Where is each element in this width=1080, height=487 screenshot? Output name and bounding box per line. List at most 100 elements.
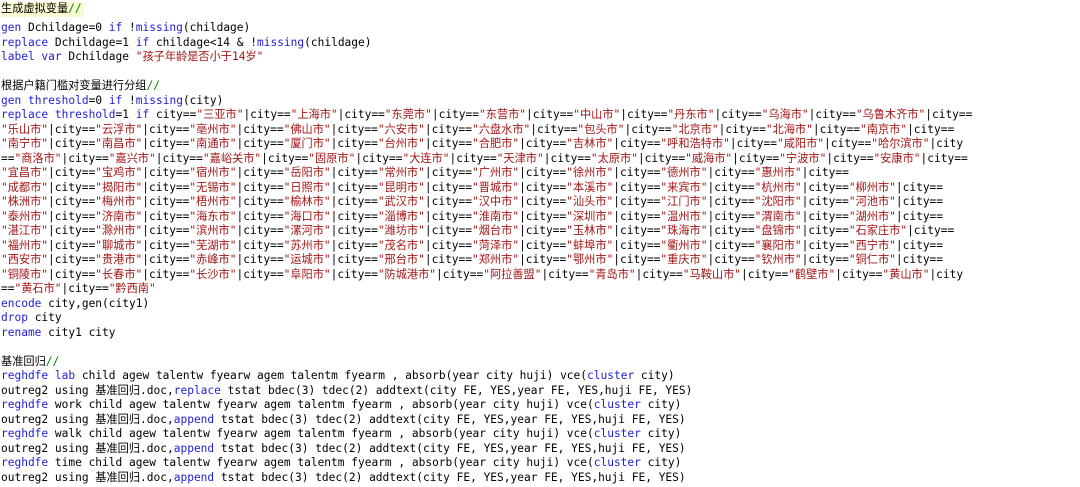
code-token: |city== — [236, 195, 284, 208]
code-token: label var — [1, 50, 62, 63]
code-token: threshold — [27, 93, 89, 107]
code-line[interactable]: "株洲市"|city=="梅州市"|city=="梧州市"|city=="榆林市… — [1, 195, 1080, 210]
code-token: // — [146, 79, 160, 92]
code-token: tstat bdec(3) tdec(2) addtext(city FE, Y… — [214, 441, 686, 455]
code-token: |city== — [142, 238, 190, 252]
code-token: |city== — [519, 224, 567, 237]
code-token: "南京市" — [860, 122, 908, 136]
code-token: |city== — [635, 267, 683, 281]
code-token: "嘉峪关市" — [202, 151, 262, 165]
code-token: city== — [149, 108, 197, 121]
code-token: append — [173, 470, 215, 484]
code-token: city) — [634, 369, 675, 382]
do-file-editor[interactable]: 生成虚拟变量// gen Dchildage=0 if !missing(chil… — [0, 0, 1080, 487]
code-token: "江门市" — [660, 195, 708, 208]
code-token: "阿拉善盟" — [483, 267, 542, 281]
code-token: // — [45, 354, 60, 368]
code-line[interactable]: gen Dchildage=0 if !missing(childage) — [1, 21, 1080, 36]
code-token: |city== — [543, 151, 591, 165]
code-token: |city== — [236, 137, 284, 150]
code-token: |city== — [424, 180, 473, 194]
code-line[interactable]: "宜昌市"|city=="宝鸡市"|city=="宿州市"|city=="岳阳市… — [1, 166, 1080, 181]
code-token: "铜陵市" — [1, 267, 49, 281]
code-token: "柳州市" — [848, 180, 896, 194]
code-line[interactable]: label var Dchildage "孩子年龄是否小于14岁" — [1, 50, 1080, 65]
code-line[interactable]: 根据户籍门槛对变量进行分组// — [1, 79, 1080, 94]
code-line[interactable]: outreg2 using 基准回归.doc,append tstat bdec… — [1, 471, 1080, 486]
code-token: "黄石市" — [14, 282, 62, 295]
code-token: |city== — [48, 137, 96, 150]
code-token: |city== — [613, 253, 661, 266]
code-line[interactable]: reghdfe walk child agew talentw fyearw a… — [1, 427, 1080, 442]
code-token: missing — [135, 21, 183, 34]
code-line[interactable]: "泰州市"|city=="济南市"|city=="海东市"|city=="海口市… — [1, 210, 1080, 225]
code-token: |city== — [801, 166, 849, 179]
code-line[interactable]: replace threshold=1 if city=="三亚市"|city=… — [1, 108, 1080, 123]
code-token: "滁州市" — [95, 224, 143, 237]
code-token: "邢台市" — [377, 253, 425, 266]
code-token: "长沙市" — [189, 267, 237, 281]
code-token: =1 — [115, 108, 136, 121]
code-token: "合肥市" — [472, 137, 520, 150]
code-token: "丹东市" — [667, 108, 715, 121]
code-token: |city== — [808, 108, 856, 121]
code-line[interactable]: reghdfe lab child agew talentw fyearw ag… — [1, 369, 1080, 384]
code-token: child agew talentw fyearw agem talentm f… — [75, 369, 588, 382]
code-token: |city== — [801, 180, 849, 194]
code-line[interactable] — [1, 340, 1080, 355]
code-token: "佛山市" — [283, 122, 331, 136]
code-line[interactable]: encode city,gen(city1) — [1, 297, 1080, 312]
code-line[interactable]: outreg2 using 基准回归.doc,replace tstat bde… — [1, 384, 1080, 399]
code-line[interactable]: replace Dchildage=1 if childage<14 & !mi… — [1, 36, 1080, 51]
code-token: city) — [640, 456, 682, 469]
code-line[interactable]: reghdfe work child agew talentw fyearw a… — [1, 398, 1080, 413]
code-token: |city== — [61, 151, 109, 165]
code-token: |city== — [801, 238, 849, 252]
code-token: "宁波市" — [779, 151, 827, 165]
code-line[interactable]: "成都市"|city=="揭阳市"|city=="无锡市"|city=="日照市… — [1, 181, 1080, 196]
code-token: "沈阳市" — [754, 195, 802, 208]
code-line[interactable]: =="黄石市"|city=="黔西南" — [1, 282, 1080, 297]
code-token: "菏泽市" — [472, 238, 520, 252]
code-token: "台州市" — [377, 137, 425, 150]
code-token: |city== — [424, 238, 473, 252]
code-token: "河池市" — [848, 195, 896, 208]
code-token: "无锡市" — [189, 180, 237, 194]
code-token: "三亚市" — [196, 108, 244, 121]
code-line[interactable]: "西安市"|city=="贵港市"|city=="赤峰市"|city=="运城市… — [1, 253, 1080, 268]
code-line[interactable]: 基准回归// — [1, 355, 1080, 370]
code-token: |city== — [142, 253, 190, 266]
code-line[interactable]: "南宁市"|city=="南昌市"|city=="南通市"|city=="厦门市… — [1, 137, 1080, 152]
code-token: |city== — [519, 209, 567, 223]
code-line[interactable]: "铜陵市"|city=="长春市"|city=="长沙市"|city=="阜阳市… — [1, 268, 1080, 283]
code-token: |city== — [48, 180, 96, 194]
code-token: "泰州市" — [1, 209, 49, 223]
code-line[interactable]: reghdfe time child agew talentw fyearw a… — [1, 456, 1080, 471]
code-token: |city== — [824, 137, 872, 150]
code-token: "珠海市" — [660, 224, 708, 237]
code-token: |city== — [236, 209, 284, 223]
code-token: |city== — [142, 122, 190, 136]
code-token: "宜昌市" — [1, 166, 49, 179]
code-line[interactable]: "乐山市"|city=="云浮市"|city=="亳州市"|city=="佛山市… — [1, 123, 1080, 138]
code-token: "徐州市" — [566, 166, 614, 179]
code-line[interactable]: rename city1 city — [1, 326, 1080, 341]
code-token: |city== — [48, 122, 96, 136]
code-token: "嘉兴市" — [108, 151, 156, 165]
code-line[interactable] — [1, 65, 1080, 80]
code-token: "贵港市" — [95, 253, 143, 266]
code-line[interactable]: outreg2 using 基准回归.doc,append tstat bdec… — [1, 442, 1080, 457]
code-token: |city== — [707, 166, 755, 179]
code-token: |city== — [424, 195, 473, 208]
code-token: "长春市" — [95, 267, 143, 281]
code-line[interactable]: "福州市"|city=="聊城市"|city=="芜湖市"|city=="苏州市… — [1, 239, 1080, 254]
code-line[interactable]: "湛江市"|city=="滁州市"|city=="滨州市"|city=="漯河市… — [1, 224, 1080, 239]
code-line[interactable]: outreg2 using 基准回归.doc,append tstat bdec… — [1, 413, 1080, 428]
code-token: cluster — [593, 427, 641, 440]
code-token: time child agew talentw fyearw agem tale… — [48, 456, 594, 469]
code-line[interactable]: =="商洛市"|city=="嘉兴市"|city=="嘉峪关市"|city=="… — [1, 152, 1080, 167]
code-token: "济南市" — [95, 209, 143, 223]
code-line[interactable]: drop city — [1, 311, 1080, 326]
code-line[interactable]: 生成虚拟变量// — [1, 2, 84, 17]
code-line[interactable]: gen threshold=0 if !missing(city) — [1, 94, 1080, 109]
